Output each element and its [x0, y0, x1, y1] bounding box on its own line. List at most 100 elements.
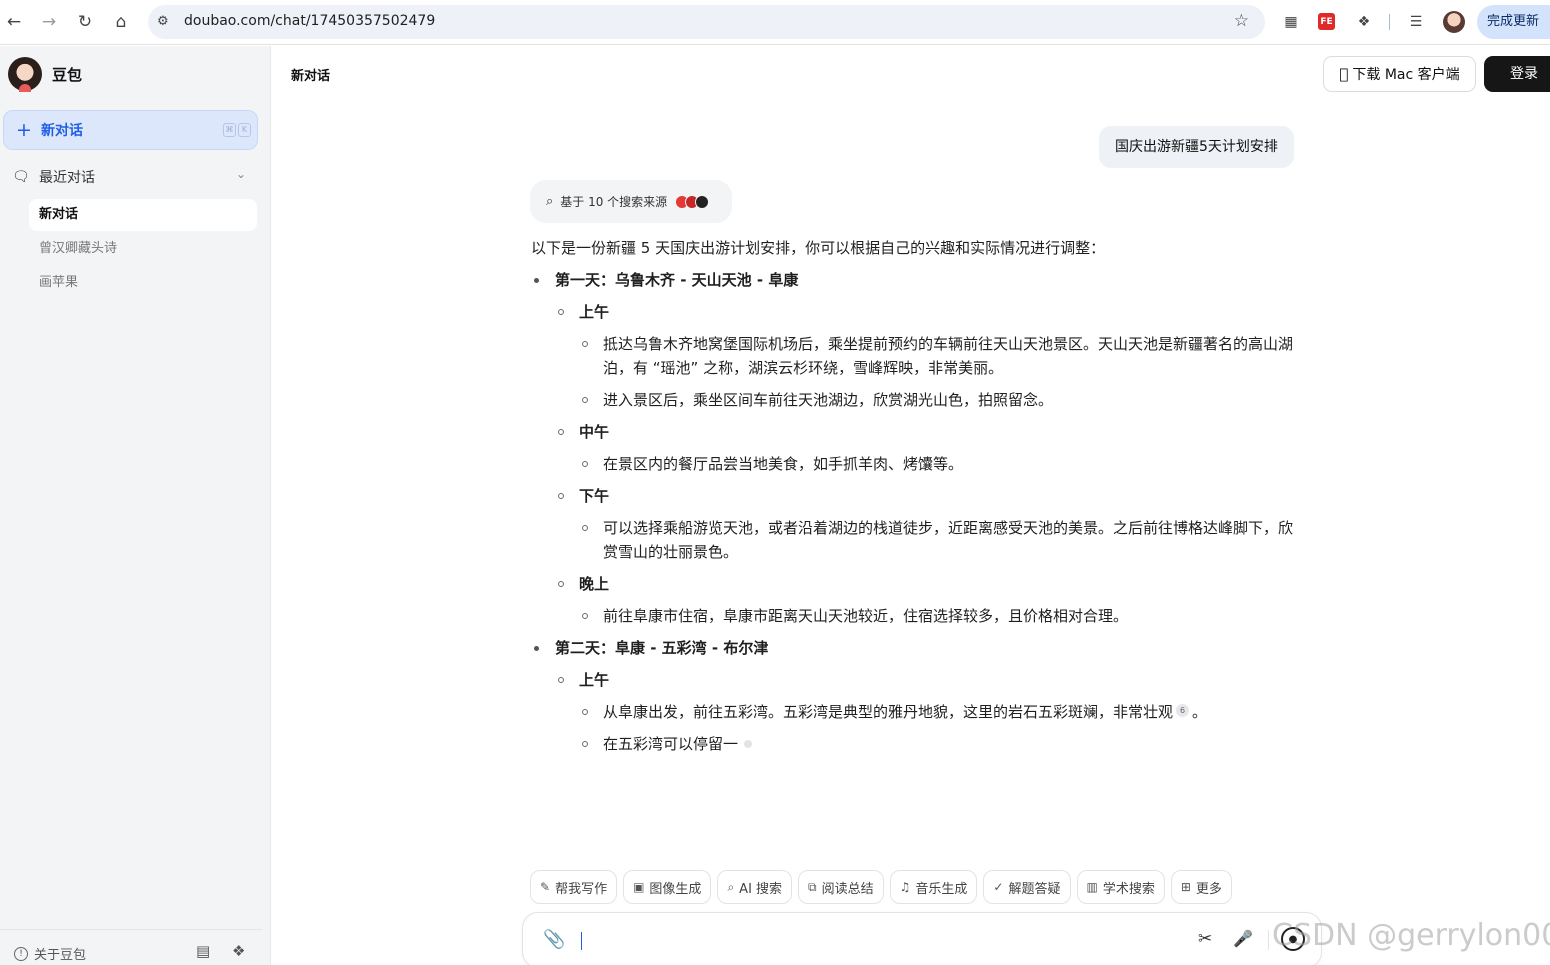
- forward-icon[interactable]: →: [37, 11, 61, 33]
- tool-reading-summary[interactable]: ⧉ 阅读总结: [798, 870, 884, 904]
- tool-more[interactable]: ⊞ 更多: [1170, 870, 1232, 904]
- qr-code-icon[interactable]: ▦: [1280, 11, 1302, 33]
- address-bar[interactable]: ⚙ doubao.com/chat/17450357502479 ☆: [148, 5, 1265, 39]
- new-chat-label: 新对话: [41, 123, 83, 139]
- attachment-icon[interactable]: 📎: [543, 929, 565, 950]
- read-icon: ⧉: [808, 879, 817, 894]
- list-item: 上午: [531, 668, 1301, 692]
- text-cursor: [581, 932, 582, 950]
- tool-music-generation[interactable]: ♫ 音乐生成: [889, 870, 978, 904]
- url-text[interactable]: doubao.com/chat/17450357502479: [184, 13, 435, 29]
- about-link[interactable]: ! 关于豆包: [14, 944, 86, 963]
- home-icon[interactable]: ⌂: [109, 11, 133, 33]
- login-button[interactable]: 登录: [1484, 56, 1550, 92]
- message-input[interactable]: 📎 ✂ 🎤 ●: [522, 912, 1322, 965]
- main-panel: 新对话  下载 Mac 客户端 登录 国庆出游新疆5天计划安排 ⌕ 基于 10…: [272, 46, 1550, 965]
- shortcut-key: ⌘: [223, 123, 236, 137]
- image-icon: ▣: [633, 880, 645, 894]
- list-item-text: 抵达乌鲁木齐地窝堡国际机场后，乘坐提前预约的车辆前往天山天池景区。天山天池是新疆…: [603, 335, 1294, 377]
- list-item-text: 前往阜康市住宿，阜康市距离天山天池较近，住宿选择较多，且价格相对合理。: [603, 607, 1129, 625]
- download-client-icon[interactable]: ▤: [196, 942, 210, 960]
- list-item-text: 在景区内的餐厅品尝当地美食，如手抓羊肉、烤馕等。: [603, 455, 964, 473]
- period-heading: 上午: [579, 671, 610, 689]
- solve-icon: ✓: [993, 880, 1004, 894]
- chevron-down-icon[interactable]: ⌄: [236, 167, 246, 181]
- media-controls-icon[interactable]: ☰: [1405, 11, 1427, 33]
- bullet: [558, 677, 564, 683]
- list-item: 抵达乌鲁木齐地窝堡国际机场后，乘坐提前预约的车辆前往天山天池景区。天山天池是新疆…: [531, 332, 1301, 380]
- tool-academic-search[interactable]: ▥ 学术搜索: [1076, 870, 1165, 904]
- bullet: [582, 341, 588, 347]
- plus-icon: +: [16, 119, 32, 141]
- apple-icon: : [1339, 65, 1348, 83]
- tool-label: 帮我写作: [555, 881, 608, 897]
- list-item-text: 从阜康出发，前往五彩湾。五彩湾是典型的雅丹地貌，这里的岩石五彩斑斓，非常壮观: [603, 703, 1174, 721]
- list-item: 下午: [531, 484, 1301, 508]
- profile-avatar[interactable]: [1443, 11, 1465, 33]
- brand[interactable]: 豆包: [8, 57, 82, 92]
- list-item: 前往阜康市住宿，阜康市距离天山天池较近，住宿选择较多，且价格相对合理。: [531, 604, 1301, 628]
- site-settings-icon[interactable]: ⚙: [157, 14, 169, 29]
- download-mac-button[interactable]:  下载 Mac 客户端: [1323, 56, 1476, 92]
- bullet: [558, 493, 564, 499]
- chat-bubble-icon: 🗨: [12, 169, 30, 185]
- tool-label: AI 搜索: [739, 881, 783, 897]
- fe-extension-icon[interactable]: FE: [1318, 13, 1335, 30]
- list-item: 进入景区后，乘坐区间车前往天池湖边，欣赏湖光山色，拍照留念。: [531, 388, 1301, 412]
- tool-label: 音乐生成: [915, 881, 968, 897]
- new-chat-button[interactable]: + 新对话 ⌘ K: [3, 110, 258, 150]
- recent-conversations-toggle[interactable]: 🗨 最近对话 ⌄: [12, 167, 252, 187]
- list-item: 晚上: [531, 572, 1301, 596]
- list-item: 第二天：阜康 - 五彩湾 - 布尔津: [531, 636, 1301, 660]
- screenshot-scissors-icon[interactable]: ✂: [1198, 929, 1212, 949]
- tool-label: 解题答疑: [1008, 881, 1061, 897]
- bullet: [558, 581, 564, 587]
- sidebar-footer: ! 关于豆包 ▤ ❖: [0, 929, 262, 965]
- update-button[interactable]: 完成更新: [1477, 5, 1550, 39]
- list-item: 从阜康出发，前往五彩湾。五彩湾是典型的雅丹地貌，这里的岩石五彩斑斓，非常壮观 6。: [531, 700, 1301, 724]
- day-heading: 第二天：阜康 - 五彩湾 - 布尔津: [555, 639, 769, 657]
- search-sources-chip[interactable]: ⌕ 基于 10 个搜索来源: [530, 180, 732, 223]
- list-item-text: 进入景区后，乘坐区间车前往天池湖边，欣赏湖光山色，拍照留念。: [603, 391, 1054, 409]
- bullet: [534, 646, 539, 651]
- extensions-puzzle-icon[interactable]: ❖: [1353, 11, 1375, 33]
- tool-image-generation[interactable]: ▣ 图像生成: [623, 870, 712, 904]
- conversation-item[interactable]: 新对话: [29, 199, 257, 231]
- list-item: 在五彩湾可以停留一: [531, 732, 1301, 756]
- academic-icon: ▥: [1086, 880, 1098, 894]
- list-item-text-end: 。: [1192, 703, 1208, 721]
- tool-ai-search[interactable]: ⌕ AI 搜索: [717, 870, 793, 904]
- shortcut-hint: ⌘ K: [223, 123, 251, 137]
- more-icon: ⊞: [1180, 880, 1191, 894]
- list-item: 中午: [531, 420, 1301, 444]
- back-icon[interactable]: ←: [2, 11, 26, 33]
- bookmark-star-icon[interactable]: ☆: [1234, 11, 1249, 31]
- day-heading: 第一天：乌鲁木齐 - 天山天池 - 阜康: [555, 271, 799, 289]
- browser-toolbar: ← → ↻ ⌂ ⚙ doubao.com/chat/17450357502479…: [0, 0, 1550, 45]
- microphone-icon[interactable]: 🎤: [1233, 929, 1253, 948]
- reload-icon[interactable]: ↻: [73, 11, 97, 33]
- list-item: 在景区内的餐厅品尝当地美食，如手抓羊肉、烤馕等。: [531, 452, 1301, 476]
- pen-icon: ✎: [540, 880, 551, 894]
- plugin-icon[interactable]: ❖: [232, 942, 245, 960]
- period-heading: 中午: [579, 423, 610, 441]
- tool-writing[interactable]: ✎ 帮我写作: [530, 870, 618, 904]
- tool-problem-solving[interactable]: ✓ 解题答疑: [983, 870, 1071, 904]
- citation-badge[interactable]: 6: [1176, 704, 1190, 717]
- source-favicons: [675, 194, 710, 209]
- search-icon: ⌕: [727, 879, 735, 894]
- download-label: 下载 Mac 客户端: [1347, 67, 1459, 83]
- answer-intro: 以下是一份新疆 5 天国庆出游计划安排，你可以根据自己的兴趣和实际情况进行调整：: [531, 239, 1106, 257]
- toolbar-divider: [1389, 14, 1390, 30]
- recent-label: 最近对话: [39, 170, 95, 186]
- conversation-item[interactable]: 曾汉卿藏头诗: [29, 233, 257, 265]
- conversation-item[interactable]: 画苹果: [29, 267, 257, 299]
- user-message: 国庆出游新疆5天计划安排: [1099, 126, 1294, 168]
- bullet: [558, 429, 564, 435]
- bullet: [582, 525, 588, 531]
- list-item-text: 在五彩湾可以停留一: [603, 735, 739, 753]
- page-title: 新对话: [291, 69, 331, 84]
- list-item: 第一天：乌鲁木齐 - 天山天池 - 阜康: [531, 268, 1301, 292]
- sidebar: 豆包 + 新对话 ⌘ K 🗨 最近对话 ⌄ 新对话 曾汉卿藏头诗 画苹果 ! 关…: [0, 46, 271, 965]
- skill-toolbar: ✎ 帮我写作 ▣ 图像生成 ⌕ AI 搜索 ⧉ 阅读总结 ♫ 音乐生成 ✓ 解题答疑 ▥ 学术…: [530, 870, 1238, 904]
